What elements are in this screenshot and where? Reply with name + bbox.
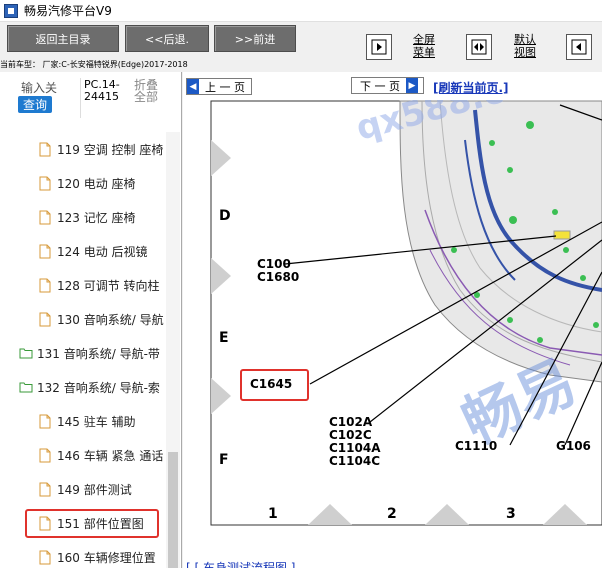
doc-code: PC.14- 24415 bbox=[84, 79, 120, 103]
window-title: 畅易汽修平台V9 bbox=[24, 4, 112, 18]
connector-label-c1110: C1110 bbox=[455, 439, 497, 453]
default-view-link[interactable]: 默认 视图 bbox=[514, 33, 536, 59]
tree-item[interactable]: 119 空调 控制 座椅 bbox=[39, 138, 163, 160]
location-diagram: qx588.com 畅易 D E F 1 2 3 C100 C1680 bbox=[210, 100, 602, 526]
document-icon bbox=[39, 414, 51, 428]
tree-item[interactable]: 131 音响系统/ 导航-带 bbox=[19, 342, 160, 364]
fullscreen-menu-line1: 全屏 bbox=[413, 33, 435, 46]
tree-item-label: 123 记忆 座椅 bbox=[57, 210, 136, 225]
current-car-label: 当前车型： 厂家:C-长安福特锐界(Edge)2017-2018 bbox=[0, 60, 188, 69]
tree-item-label: 120 电动 座椅 bbox=[57, 176, 136, 191]
col-label-1: 1 bbox=[268, 506, 278, 522]
document-icon bbox=[39, 244, 51, 258]
default-view-line1: 默认 bbox=[514, 33, 536, 46]
collapse-line2: 全部 bbox=[134, 90, 159, 104]
left-panel: 输入关 查询 PC.14- 24415 折叠 全部 119 空调 控制 座椅 120 … bbox=[0, 72, 182, 568]
tree-item[interactable]: 160 车辆修理位置 bbox=[39, 546, 156, 568]
connector-label-c1680: C1680 bbox=[257, 270, 299, 284]
tree-item-label: 128 可调节 转向柱 bbox=[57, 278, 160, 293]
expand-panel-icon[interactable] bbox=[566, 34, 592, 60]
tree-item[interactable]: 132 音响系统/ 导航-索 bbox=[19, 376, 160, 398]
folder-icon bbox=[19, 382, 33, 393]
tree-item-label: 145 驻车 辅助 bbox=[57, 414, 136, 429]
fullscreen-menu-line2: 菜单 bbox=[413, 46, 435, 59]
left-arrow-icon: ◀ bbox=[187, 79, 199, 94]
col-label-2: 2 bbox=[387, 506, 397, 522]
prev-page-button[interactable]: ◀ 上 一 页 bbox=[186, 78, 252, 95]
connector-label-c1645: C1645 bbox=[250, 377, 292, 391]
prev-page-label: 上 一 页 bbox=[205, 80, 245, 94]
selected-item-highlight bbox=[25, 509, 159, 538]
tree-item-label: 130 音响系统/ 导航 bbox=[57, 312, 164, 327]
title-bar: 畅易汽修平台V9 bbox=[0, 0, 602, 22]
search-input[interactable]: 输入关 bbox=[21, 79, 57, 96]
document-icon bbox=[39, 210, 51, 224]
tree-item[interactable]: 120 电动 座椅 bbox=[39, 172, 136, 194]
next-page-button[interactable]: 下 一 页 ▶ bbox=[351, 77, 424, 94]
tree-item[interactable]: 145 驻车 辅助 bbox=[39, 410, 136, 432]
back-home-button[interactable]: 返回主目录 bbox=[7, 25, 119, 52]
tree-item[interactable]: 130 音响系统/ 导航 bbox=[39, 308, 164, 330]
default-view-line2: 视图 bbox=[514, 46, 536, 59]
flowchart-link[interactable]: [ [ 车身测试流程图 ] bbox=[186, 559, 296, 568]
connector-label-c100: C100 bbox=[257, 257, 291, 271]
row-label-d: D bbox=[219, 208, 231, 224]
tree-item[interactable]: 124 电动 后视镜 bbox=[39, 240, 148, 262]
connector-label-c1104a: C1104A bbox=[329, 441, 381, 455]
next-page-label: 下 一 页 bbox=[360, 79, 400, 93]
tree-item[interactable]: 146 车辆 紧急 通话 bbox=[39, 444, 163, 466]
connector-label-c102a: C102A bbox=[329, 415, 373, 429]
document-icon bbox=[39, 312, 51, 326]
tree-item-label: 124 电动 后视镜 bbox=[57, 244, 148, 259]
right-arrow-icon: ▶ bbox=[406, 78, 418, 93]
tree-item[interactable]: 123 记忆 座椅 bbox=[39, 206, 136, 228]
connector-label-c1104c: C1104C bbox=[329, 454, 380, 468]
tree-item-label: 149 部件测试 bbox=[57, 482, 132, 497]
search-area: 输入关 查询 PC.14- 24415 折叠 全部 bbox=[0, 72, 181, 132]
search-button[interactable]: 查询 bbox=[18, 96, 52, 113]
divider bbox=[80, 78, 81, 118]
collapse-all-button[interactable]: 折叠 全部 bbox=[134, 79, 158, 103]
collapse-panel-icon[interactable] bbox=[366, 34, 392, 60]
row-label-f: F bbox=[219, 452, 229, 468]
app-icon bbox=[4, 3, 18, 18]
fullscreen-menu-link[interactable]: 全屏 菜单 bbox=[413, 33, 435, 59]
viewer-panel: ◀ 上 一 页 下 一 页 ▶ [刷新当前页.] 畅易 D E F 1 2 3 … bbox=[183, 72, 602, 568]
split-view-icon[interactable] bbox=[466, 34, 492, 60]
tree-item-label: 160 车辆修理位置 bbox=[57, 550, 156, 565]
back-button[interactable]: <<后退. bbox=[125, 25, 209, 52]
document-icon bbox=[39, 176, 51, 190]
tree-item[interactable]: 128 可调节 转向柱 bbox=[39, 274, 160, 296]
app-window: 畅易汽修平台V9 返回主目录 <<后退. >>前进 全屏 菜单 默认 视图 当前车型… bbox=[0, 0, 602, 568]
col-label-3: 3 bbox=[506, 506, 516, 522]
yellow-connector bbox=[553, 230, 571, 240]
tree-scroll-thumb[interactable] bbox=[168, 452, 178, 568]
document-icon bbox=[39, 448, 51, 462]
tree-item[interactable]: 149 部件测试 bbox=[39, 478, 132, 500]
tree-item-label: 146 车辆 紧急 通话 bbox=[57, 448, 164, 463]
document-icon bbox=[39, 550, 51, 564]
row-label-e: E bbox=[219, 330, 229, 346]
document-icon bbox=[39, 142, 51, 156]
document-icon bbox=[39, 278, 51, 292]
folder-icon bbox=[19, 348, 33, 359]
document-icon bbox=[39, 482, 51, 496]
tree-item-label: 119 空调 控制 座椅 bbox=[57, 142, 164, 157]
refresh-link[interactable]: [刷新当前页.] bbox=[433, 79, 509, 96]
doc-code-line2: 24415 bbox=[84, 90, 119, 103]
forward-button[interactable]: >>前进 bbox=[214, 25, 296, 52]
tree-item-label: 132 音响系统/ 导航-索 bbox=[37, 380, 160, 395]
connector-label-c102c: C102C bbox=[329, 428, 372, 442]
connector-label-g106: G106 bbox=[556, 439, 591, 453]
tree-item-label: 131 音响系统/ 导航-带 bbox=[37, 346, 160, 361]
toolbar: 返回主目录 <<后退. >>前进 全屏 菜单 默认 视图 bbox=[0, 22, 602, 60]
